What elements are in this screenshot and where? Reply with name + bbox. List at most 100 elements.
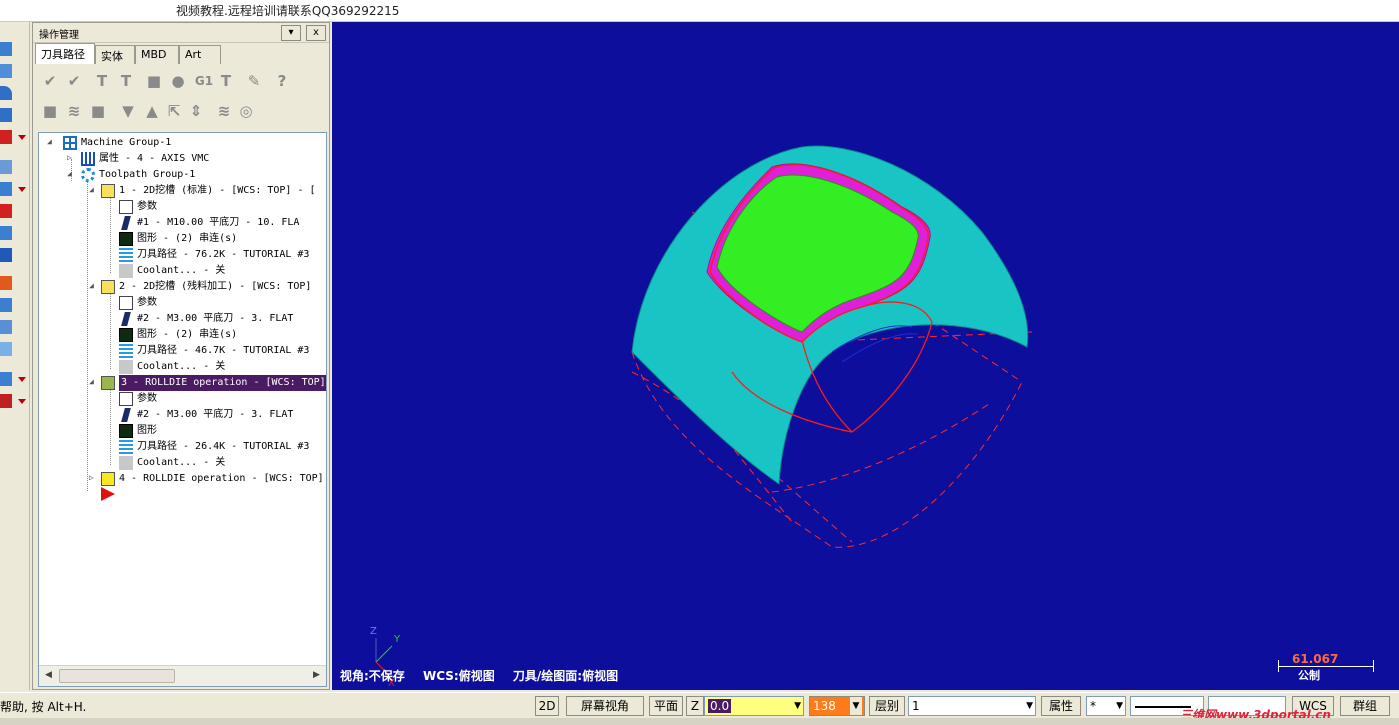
ops-title: 操作管理: [39, 30, 79, 41]
toolpath-tree: ◢ Machine Group-1 ▷ 属性 - 4 - AXIS VMC ◢ …: [38, 132, 327, 687]
grid-icon[interactable]: [0, 342, 12, 356]
tool-icon: [121, 216, 131, 230]
scroll-right-icon[interactable]: ▶: [313, 670, 320, 680]
color-selector[interactable]: 138 ▼: [809, 696, 865, 716]
post-g1-icon[interactable]: G1: [191, 72, 217, 90]
taskbar-edge: [0, 718, 1399, 725]
down-arrow-icon[interactable]: [0, 108, 12, 122]
model-render: Z Y X: [370, 145, 1033, 689]
title-bar: 视频教程.远程培训请联系QQ369292215: [0, 0, 1399, 22]
panel-menu-button[interactable]: ▾: [281, 25, 301, 41]
select-failed-icon[interactable]: ✔: [65, 72, 83, 90]
insert-arrow-icon[interactable]: ⇱: [165, 102, 183, 120]
toolpath-icon: [119, 344, 133, 358]
select-all-icon[interactable]: ✔: [41, 72, 59, 90]
toolpath-icon: [119, 440, 133, 454]
top-view-icon[interactable]: [0, 42, 12, 56]
regenerate-selected-icon[interactable]: T: [93, 72, 111, 90]
tool-icon: [121, 408, 131, 422]
status-bar: 帮助, 按 Alt+H. 2D 屏幕视角 平面 Z 0.0 ▼ 138 ▼ 层别…: [0, 692, 1399, 722]
params-folder-icon: [119, 296, 133, 310]
scale-line: [1278, 666, 1374, 667]
toolpath-icon: [119, 248, 133, 262]
folder-check-icon: [101, 376, 115, 390]
high-feed-icon[interactable]: T: [217, 72, 235, 90]
tab-solids[interactable]: 实体: [95, 45, 135, 64]
solid-icon[interactable]: [0, 204, 12, 218]
scroll-icon[interactable]: ⇕: [187, 102, 205, 120]
params-folder-icon: [119, 392, 133, 406]
chevron-down-icon[interactable]: ▼: [1026, 697, 1033, 715]
window-icon[interactable]: [0, 160, 12, 174]
z-depth-input[interactable]: 0.0 ▼: [704, 696, 804, 716]
chevron-down-icon[interactable]: ▼: [794, 697, 801, 715]
folder-icon: [101, 280, 115, 294]
expand-icon[interactable]: ▷: [67, 153, 72, 162]
collapse-icon[interactable]: ◢: [89, 281, 94, 290]
shaded-icon[interactable]: [0, 248, 12, 262]
expand-icon[interactable]: ▷: [89, 473, 94, 482]
front-view-icon[interactable]: [0, 64, 12, 78]
panel-close-button[interactable]: x: [306, 25, 326, 41]
chevron-down-icon[interactable]: ▼: [1116, 697, 1123, 715]
coolant-icon: [119, 360, 133, 374]
machine-group-icon: [63, 136, 77, 150]
backplot-icon[interactable]: ■: [145, 72, 163, 90]
help-icon[interactable]: ?: [273, 72, 291, 90]
gouge-icon[interactable]: ◎: [237, 102, 255, 120]
solids-dropdown-icon[interactable]: [18, 399, 26, 404]
point-style-select[interactable]: * ▼: [1086, 696, 1126, 716]
shading-icon[interactable]: [0, 130, 12, 144]
level-input[interactable]: 1 ▼: [908, 696, 1036, 716]
move-down-icon[interactable]: ▼: [119, 102, 137, 120]
lock-tool-icon[interactable]: ✎: [245, 72, 263, 90]
toolpath-display-icon[interactable]: ≋: [65, 102, 83, 120]
post-lock-icon[interactable]: ■: [89, 102, 107, 120]
level-button[interactable]: 层别: [869, 696, 905, 716]
rotate-view-icon[interactable]: [0, 86, 12, 100]
scroll-left-icon[interactable]: ◀: [45, 670, 52, 680]
toolpath-group-icon: [81, 168, 95, 182]
shading-dropdown-icon[interactable]: [18, 135, 26, 140]
coolant-icon: [119, 456, 133, 470]
groups-button[interactable]: 群组: [1340, 696, 1390, 716]
tree-horizontal-scrollbar[interactable]: ◀ ▶: [39, 665, 326, 686]
import-icon[interactable]: [0, 320, 12, 334]
attributes-button[interactable]: 属性: [1041, 696, 1081, 716]
view-angle-label: 视角:不保存: [340, 669, 405, 683]
table-dropdown-icon[interactable]: [18, 377, 26, 382]
2d-toggle-button[interactable]: 2D: [535, 696, 559, 716]
collapse-icon[interactable]: ◢: [89, 185, 94, 194]
chevron-down-icon[interactable]: ▼: [850, 697, 862, 715]
move-up-icon[interactable]: ▲: [143, 102, 161, 120]
collapse-icon[interactable]: ◢: [89, 377, 94, 386]
table-icon[interactable]: [0, 372, 12, 386]
scroll-thumb[interactable]: [59, 669, 175, 683]
params-folder-icon: [119, 200, 133, 214]
mastercam-window: 视频教程.远程培训请联系QQ369292215 操作管理 ▾ x 刀具路径 实体…: [0, 0, 1399, 725]
scale-value: 61.067: [1292, 652, 1339, 666]
tab-mbd[interactable]: MBD: [135, 45, 179, 64]
insert-position-icon[interactable]: [101, 487, 115, 501]
collapse-icon[interactable]: ◢: [67, 169, 72, 178]
regenerate-dirty-icon[interactable]: T: [117, 72, 135, 90]
tab-toolpaths[interactable]: 刀具路径: [35, 43, 95, 64]
cube-icon[interactable]: [0, 182, 12, 196]
screen-view-button[interactable]: 屏幕视角: [566, 696, 644, 716]
toggle-display-icon[interactable]: ≋: [215, 102, 233, 120]
graphics-viewport[interactable]: Z Y X 视角:不保存 WCS:俯视图 刀具/绘图面:俯视图 61.067 公…: [332, 22, 1399, 690]
lock-icon[interactable]: ■: [41, 102, 59, 120]
plane-button[interactable]: 平面: [649, 696, 683, 716]
paint-icon[interactable]: [0, 276, 12, 290]
solids-icon[interactable]: [0, 394, 12, 408]
tool-plane-label: 刀具/绘图面:俯视图: [512, 669, 619, 683]
collapse-icon[interactable]: ◢: [47, 137, 52, 146]
wireframe-icon[interactable]: [0, 226, 12, 240]
z-depth-label[interactable]: Z: [686, 696, 704, 716]
cube-dropdown-icon[interactable]: [18, 187, 26, 192]
verify-icon[interactable]: ●: [169, 72, 187, 90]
tab-art[interactable]: Art: [179, 45, 221, 64]
layer-icon[interactable]: [0, 298, 12, 312]
ops-toolbar-2: ■ ≋ ■ ▼ ▲ ⇱ ⇕ ≋ ◎: [37, 99, 325, 125]
scale-indicator: 61.067 公制: [1278, 652, 1374, 682]
